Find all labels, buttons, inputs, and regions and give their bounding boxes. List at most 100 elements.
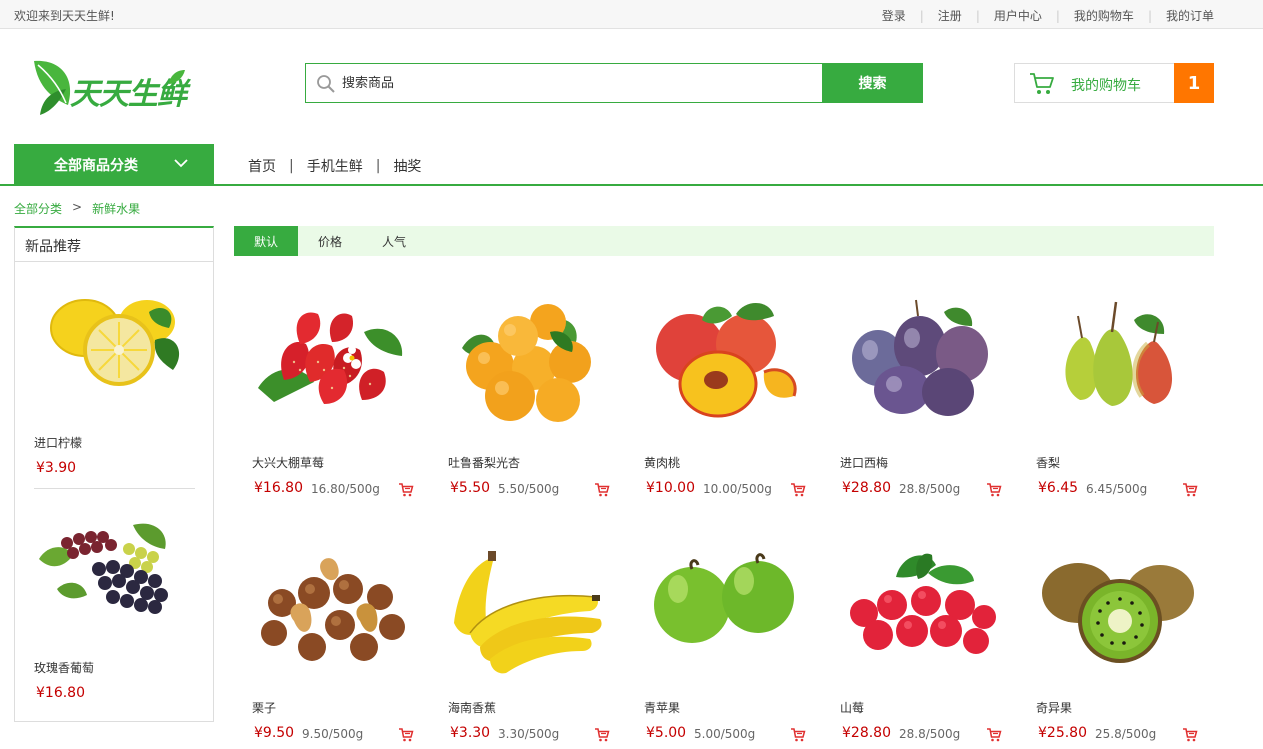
breadcrumb: 全部分类 > 新鲜水果	[14, 200, 140, 217]
add-to-cart-icon[interactable]	[790, 727, 806, 743]
apricot-icon	[462, 304, 591, 422]
product-name[interactable]: 黄肉桃	[644, 454, 680, 471]
new-products-sidebar: 新品推荐 进口柠檬 ¥3.90 玫瑰香葡萄 ¥16.80	[14, 226, 214, 722]
product-card[interactable]: 黄肉桃 ¥10.00 10.00/500g	[626, 292, 822, 528]
product-card[interactable]: 奇异果 ¥25.80 25.8/500g	[1018, 537, 1214, 749]
cart-label: 我的购物车	[1071, 78, 1141, 94]
raspberry-icon	[850, 553, 996, 654]
welcome-text: 欢迎来到天天生鲜!	[14, 9, 115, 23]
product-unit-price: 28.8/500g	[899, 482, 961, 496]
search-button[interactable]: 搜索	[822, 63, 923, 103]
peach-icon	[656, 302, 797, 418]
sort-popularity-tab[interactable]: 人气	[362, 226, 426, 256]
my-cart-link[interactable]: 我的购物车	[1074, 7, 1134, 24]
product-price: ¥3.30	[450, 725, 491, 741]
chestnut-icon	[261, 558, 405, 661]
user-center-link[interactable]: 用户中心	[994, 7, 1042, 24]
add-to-cart-icon[interactable]	[986, 482, 1002, 498]
product-card[interactable]: 进口西梅 ¥28.80 28.8/500g	[822, 292, 1018, 528]
chevron-down-icon	[174, 159, 188, 168]
product-card[interactable]: 吐鲁番梨光杏 ¥5.50 5.50/500g	[430, 292, 626, 528]
product-price: ¥28.80	[842, 480, 891, 496]
sidebar-product-price: ¥16.80	[36, 685, 85, 701]
product-unit-price: 3.30/500g	[498, 727, 560, 741]
nav-mobile-fresh[interactable]: 手机生鲜	[307, 156, 363, 176]
breadcrumb-root[interactable]: 全部分类	[14, 200, 62, 217]
product-name[interactable]: 栗子	[252, 699, 276, 716]
product-price: ¥25.80	[1038, 725, 1087, 741]
search-icon	[317, 75, 335, 93]
top-bar: 欢迎来到天天生鲜! 登录 | 注册 | 用户中心 | 我的购物车 | 我的订单	[0, 0, 1263, 29]
product-name[interactable]: 进口西梅	[840, 454, 888, 471]
breadcrumb-current[interactable]: 新鲜水果	[92, 200, 140, 217]
divider: |	[919, 8, 924, 23]
product-price: ¥5.00	[646, 725, 687, 741]
product-card[interactable]: 栗子 ¥9.50 9.50/500g	[234, 537, 430, 749]
cart-count-badge: 1	[1174, 63, 1214, 103]
product-price: ¥9.50	[254, 725, 295, 741]
search-box: 搜索	[305, 63, 923, 103]
sort-price-tab[interactable]: 价格	[298, 226, 362, 256]
divider: |	[1147, 8, 1152, 23]
add-to-cart-icon[interactable]	[398, 482, 414, 498]
product-unit-price: 10.00/500g	[703, 482, 772, 496]
breadcrumb-separator: >	[72, 200, 83, 214]
cart-button[interactable]: 我的购物车 1	[1014, 63, 1214, 103]
login-link[interactable]: 登录	[882, 7, 906, 24]
add-to-cart-icon[interactable]	[986, 727, 1002, 743]
product-unit-price: 16.80/500g	[311, 482, 380, 496]
search-input[interactable]	[342, 65, 820, 101]
banana-icon	[454, 551, 602, 674]
register-link[interactable]: 注册	[938, 7, 962, 24]
product-name[interactable]: 海南香蕉	[448, 699, 496, 716]
add-to-cart-icon[interactable]	[1182, 727, 1198, 743]
shopping-cart-icon	[1030, 73, 1054, 94]
nav-lottery[interactable]: 抽奖	[393, 156, 421, 176]
grapes-icon	[39, 523, 168, 614]
product-name[interactable]: 山莓	[840, 699, 864, 716]
small-leaf-icon	[169, 70, 185, 84]
nav-underline	[0, 184, 1263, 186]
top-links: 登录 | 注册 | 用户中心 | 我的购物车 | 我的订单	[882, 7, 1214, 24]
all-categories-label: 全部商品分类	[54, 157, 138, 174]
product-unit-price: 9.50/500g	[302, 727, 364, 741]
product-unit-price: 6.45/500g	[1086, 482, 1148, 496]
product-unit-price: 5.50/500g	[498, 482, 560, 496]
divider: |	[289, 158, 294, 174]
product-card[interactable]: 山莓 ¥28.80 28.8/500g	[822, 537, 1018, 749]
my-orders-link[interactable]: 我的订单	[1166, 7, 1214, 24]
add-to-cart-icon[interactable]	[594, 727, 610, 743]
plum-icon	[852, 299, 988, 416]
product-name[interactable]: 奇异果	[1036, 699, 1072, 716]
add-to-cart-icon[interactable]	[1182, 482, 1198, 498]
product-price: ¥10.00	[646, 480, 695, 496]
product-name[interactable]: 香梨	[1036, 454, 1060, 471]
product-price: ¥5.50	[450, 480, 491, 496]
product-unit-price: 5.00/500g	[694, 727, 756, 741]
sort-default-tab[interactable]: 默认	[234, 226, 298, 256]
add-to-cart-icon[interactable]	[790, 482, 806, 498]
product-name[interactable]: 青苹果	[644, 699, 680, 716]
product-card[interactable]: 海南香蕉 ¥3.30 3.30/500g	[430, 537, 626, 749]
product-name[interactable]: 吐鲁番梨光杏	[448, 454, 520, 471]
lemon-icon	[50, 299, 180, 386]
add-to-cart-icon[interactable]	[398, 727, 414, 743]
sidebar-product-price: ¥3.90	[36, 460, 77, 476]
nav-home[interactable]: 首页	[248, 156, 276, 176]
product-unit-price: 25.8/500g	[1095, 727, 1157, 741]
product-card[interactable]: 青苹果 ¥5.00 5.00/500g	[626, 537, 822, 749]
product-price: ¥16.80	[254, 480, 303, 496]
divider: |	[375, 158, 381, 174]
product-name[interactable]: 大兴大棚草莓	[252, 454, 324, 471]
product-card[interactable]: 香梨 ¥6.45 6.45/500g	[1018, 292, 1214, 528]
main-nav: 首页 | 手机生鲜 | 抽奖	[248, 156, 421, 176]
sidebar-product-name[interactable]: 进口柠檬	[34, 434, 82, 451]
sidebar-product-name[interactable]: 玫瑰香葡萄	[34, 659, 94, 676]
product-card[interactable]: 大兴大棚草莓 ¥16.80 16.80/500g	[234, 292, 430, 528]
site-logo[interactable]: 天天生鲜	[30, 55, 190, 119]
kiwi-icon	[1042, 563, 1194, 663]
sidebar-product[interactable]: 玫瑰香葡萄 ¥16.80	[15, 489, 213, 719]
sidebar-product[interactable]: 进口柠檬 ¥3.90	[15, 264, 213, 489]
add-to-cart-icon[interactable]	[594, 482, 610, 498]
all-categories-button[interactable]: 全部商品分类	[14, 144, 214, 185]
